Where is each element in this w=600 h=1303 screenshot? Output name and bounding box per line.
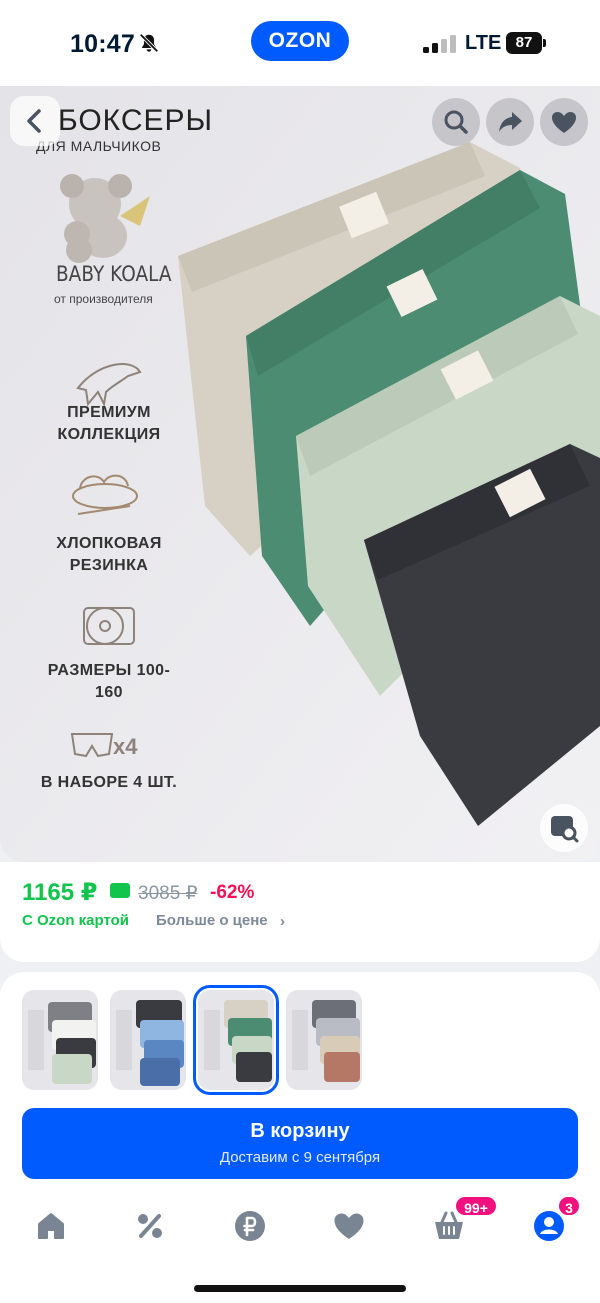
back-icon — [27, 109, 41, 133]
profile-badge: 3 — [557, 1195, 581, 1217]
visual-search-button[interactable] — [540, 804, 588, 852]
network-type: LTE — [465, 32, 502, 54]
tab-finance[interactable] — [232, 1208, 268, 1244]
chevron-right-icon: › — [280, 913, 285, 930]
variant-image — [22, 990, 98, 1090]
bell-muted-icon — [139, 33, 159, 53]
home-icon — [38, 1213, 64, 1239]
ozon-logo[interactable]: OZON — [251, 21, 349, 61]
tab-sales[interactable] — [132, 1208, 168, 1244]
feature-set: В НАБОРЕ 4 ШТ. — [40, 774, 178, 791]
cart-badge: 99+ — [454, 1195, 498, 1217]
favorite-button[interactable] — [540, 98, 588, 146]
signal-icon — [423, 35, 456, 53]
feature-sizes: РАЗМЕРЫ 100-160 — [47, 662, 171, 701]
heart-icon — [552, 112, 576, 133]
price-current: 1165 ₽ — [22, 879, 98, 906]
tab-home[interactable] — [33, 1208, 69, 1244]
variant-image — [286, 990, 362, 1090]
search-icon — [444, 110, 468, 134]
variant-thumb[interactable] — [110, 990, 186, 1090]
delivery-date-label: Доставим с 9 сентября — [219, 1149, 381, 1166]
set-count-label: x4 — [113, 734, 138, 759]
add-to-cart-label: В корзину — [250, 1120, 350, 1142]
gallery-title: БОКСЕРЫ — [58, 104, 214, 137]
share-icon — [499, 112, 522, 132]
status-time: 10:47 — [70, 30, 135, 58]
battery-tip — [543, 39, 546, 47]
feature-premium: ПРЕМИУМ КОЛЛЕКЦИЯ — [57, 404, 161, 443]
variant-image — [110, 990, 186, 1090]
variants-card: В корзину Доставим с 9 сентября — [0, 972, 600, 1194]
price-old: 3085 ₽ — [138, 883, 198, 904]
brand-subtitle: от производителя — [54, 292, 153, 306]
add-to-cart-button[interactable]: В корзину Доставим с 9 сентября — [22, 1108, 578, 1179]
discount-badge: -62% — [210, 882, 255, 903]
ozon-card-icon — [110, 883, 130, 898]
battery-indicator: 87 — [506, 32, 542, 54]
back-button[interactable] — [10, 96, 60, 146]
variant-thumb-selected[interactable] — [193, 985, 279, 1095]
variant-image — [198, 990, 274, 1090]
heart-icon — [334, 1213, 364, 1239]
ozon-card-label: С Ozon картой — [22, 912, 130, 929]
status-bar: 10:47 OZON LTE 87 — [0, 0, 600, 86]
price-card: 1165 ₽ 3085 ₽ -62% С Ozon картой Больше … — [0, 862, 600, 962]
variant-thumb[interactable] — [22, 990, 98, 1090]
variant-thumb[interactable] — [286, 990, 362, 1090]
home-indicator[interactable] — [194, 1285, 406, 1292]
percent-icon — [138, 1214, 162, 1238]
product-gallery[interactable]: БОКСЕРЫ ДЛЯ МАЛЬЧИКОВ BABY KOALA от прои… — [0, 86, 600, 862]
feature-cotton: ХЛОПКОВАЯ РЕЗИНКА — [56, 535, 162, 574]
search-button[interactable] — [432, 98, 480, 146]
ruble-icon — [235, 1211, 265, 1241]
share-button[interactable] — [486, 98, 534, 146]
visual-search-icon — [551, 816, 579, 843]
tab-favorites[interactable] — [331, 1208, 367, 1244]
brand-name: BABY KOALA — [56, 262, 172, 286]
product-image — [0, 86, 600, 862]
more-about-price-link[interactable]: Больше о цене — [156, 912, 268, 929]
